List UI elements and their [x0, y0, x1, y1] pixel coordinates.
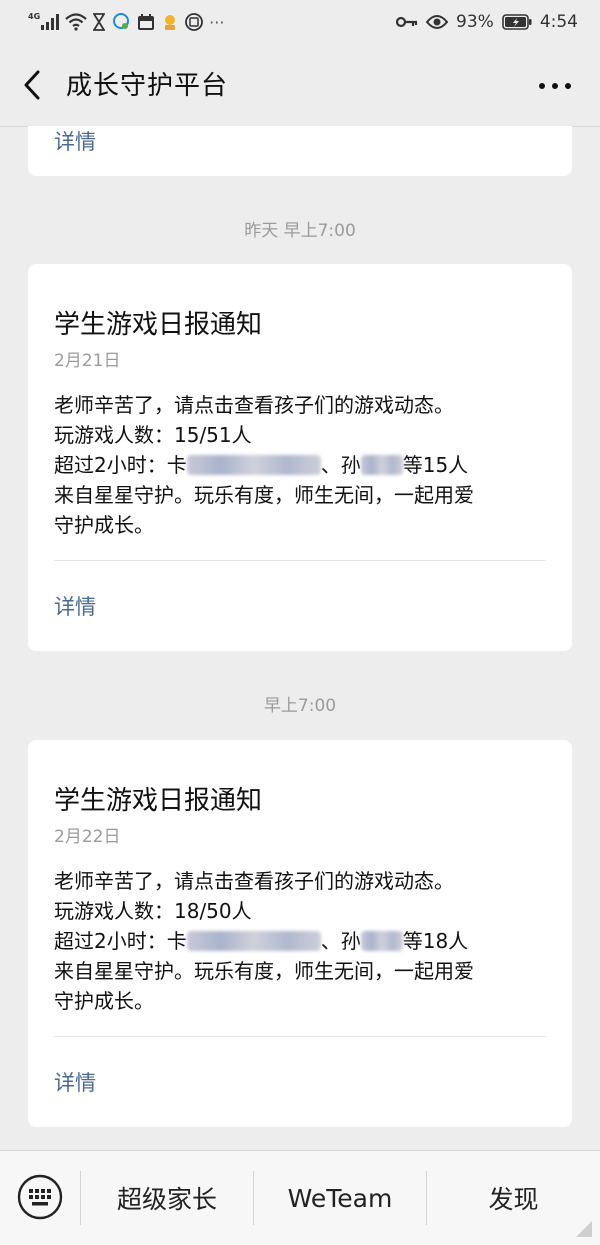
blurred-name	[360, 455, 403, 475]
body-line: 来自星星守护。玩乐有度，师生无间，一起用爱	[54, 483, 474, 507]
body-line: 玩游戏人数：18/50人	[54, 899, 252, 923]
card-title: 学生游戏日报通知	[54, 786, 263, 816]
page-title: 成长守护平台	[66, 71, 229, 101]
message-list: 详情 昨天 早上7:00 学生游戏日报通知 2月21日 老师辛苦了，请点击查看孩…	[0, 126, 600, 1150]
hourglass-icon	[93, 13, 106, 31]
body-line-overtime: 超过2小时：卡 、孙 等15人	[54, 450, 554, 480]
key-icon	[396, 15, 418, 29]
body-line-overtime: 超过2小时：卡 、孙 等18人	[54, 926, 554, 956]
calendar-icon	[137, 13, 155, 31]
chat-bubble-icon	[111, 13, 131, 31]
battery-icon	[502, 14, 532, 30]
network-type: 4G	[28, 11, 41, 21]
status-left-icons: 4G ···	[28, 11, 224, 33]
message-timestamp: 昨天 早上7:00	[244, 221, 356, 241]
keyboard-icon	[17, 1174, 63, 1220]
card-title: 学生游戏日报通知	[54, 310, 263, 340]
battery-percent: 93%	[456, 12, 494, 32]
clock: 4:54	[539, 12, 578, 32]
status-right-icons: 93% 4:54	[396, 9, 578, 35]
card-divider	[54, 1036, 546, 1037]
more-notifications-icon: ···	[209, 12, 225, 32]
overtime-mid: 、孙	[320, 453, 361, 477]
shield-app-icon	[185, 13, 204, 31]
detail-link[interactable]: 详情	[54, 126, 96, 156]
menu-item-discover[interactable]: 发现	[427, 1151, 600, 1245]
message-timestamp: 早上7:00	[263, 696, 337, 716]
nav-bar: 成长守护平台	[0, 44, 600, 127]
body-line: 来自星星守护。玩乐有度，师生无间，一起用爱	[54, 959, 474, 983]
more-dots-icon	[539, 83, 571, 89]
body-line: 老师辛苦了，请点击查看孩子们的游戏动态。	[54, 869, 454, 893]
blurred-name	[360, 931, 403, 951]
status-bar: 4G ··· 93% 4:54	[0, 0, 600, 44]
body-line: 守护成长。	[54, 989, 154, 1013]
bottom-menu-bar: 超级家长 WeTeam 发现	[0, 1150, 600, 1245]
overtime-suffix: 等18人	[402, 929, 469, 953]
card-date: 2月22日	[54, 827, 121, 847]
card-date: 2月21日	[54, 351, 121, 371]
body-line: 守护成长。	[54, 513, 154, 537]
signal-icon: 4G	[28, 11, 60, 30]
body-line: 老师辛苦了，请点击查看孩子们的游戏动态。	[54, 393, 454, 417]
overtime-suffix: 等15人	[402, 453, 469, 477]
wifi-icon	[65, 13, 87, 31]
card-body: 老师辛苦了，请点击查看孩子们的游戏动态。 玩游戏人数：18/50人 超过2小时：…	[54, 866, 554, 1016]
message-card[interactable]: 学生游戏日报通知 2月21日 老师辛苦了，请点击查看孩子们的游戏动态。 玩游戏人…	[28, 264, 572, 651]
body-line: 玩游戏人数：15/51人	[54, 423, 252, 447]
menu-item-weteam[interactable]: WeTeam	[254, 1151, 426, 1245]
blurred-name	[186, 931, 321, 951]
card-divider	[54, 560, 546, 561]
detail-link[interactable]: 详情	[54, 1067, 96, 1097]
app-notification-icon	[161, 13, 179, 31]
message-card-previous[interactable]: 详情	[28, 126, 572, 176]
back-button[interactable]	[20, 68, 48, 102]
menu-item-super-parent[interactable]: 超级家长	[81, 1151, 253, 1245]
keyboard-toggle-button[interactable]	[16, 1173, 64, 1221]
chevron-left-icon	[24, 70, 40, 100]
overtime-mid: 、孙	[320, 929, 361, 953]
message-card[interactable]: 学生游戏日报通知 2月22日 老师辛苦了，请点击查看孩子们的游戏动态。 玩游戏人…	[28, 740, 572, 1127]
blurred-name	[186, 455, 321, 475]
resize-corner-icon	[576, 1221, 592, 1237]
overtime-prefix: 超过2小时：卡	[54, 929, 187, 953]
eye-icon	[426, 14, 449, 30]
detail-link[interactable]: 详情	[54, 591, 96, 621]
more-options-button[interactable]	[538, 78, 572, 92]
card-body: 老师辛苦了，请点击查看孩子们的游戏动态。 玩游戏人数：15/51人 超过2小时：…	[54, 390, 554, 540]
overtime-prefix: 超过2小时：卡	[54, 453, 187, 477]
